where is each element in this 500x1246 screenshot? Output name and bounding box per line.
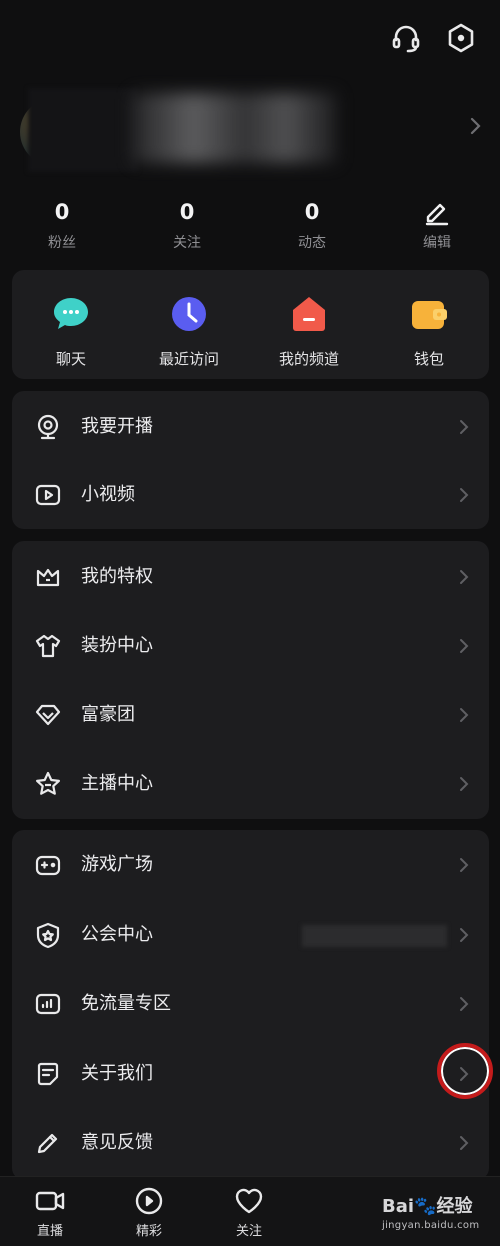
note-icon xyxy=(37,1062,59,1086)
quick-actions-card: 聊天 最近访问 我的频道 钱包 xyxy=(12,270,489,379)
edit-profile-button[interactable]: 编辑 xyxy=(387,196,487,252)
heart-icon xyxy=(235,1188,263,1214)
menu-item-rich-club[interactable]: 富豪团 xyxy=(12,687,489,743)
quick-recent-visits[interactable]: 最近访问 xyxy=(134,294,244,369)
menu-item-label: 我的特权 xyxy=(81,566,153,587)
clock-icon xyxy=(172,297,206,331)
watermark-logo: Bai🐾经验 xyxy=(382,1192,500,1218)
chevron-right-icon xyxy=(460,420,469,434)
menu-item-privileges[interactable]: 我的特权 xyxy=(12,549,489,605)
menu-item-short-video[interactable]: 小视频 xyxy=(12,467,489,523)
star-icon xyxy=(36,771,60,795)
stats-row: 0 粉丝 0 关注 0 动态 编辑 xyxy=(0,196,500,260)
stat-value: 0 xyxy=(54,200,70,224)
paw-icon: 🐾 xyxy=(414,1196,437,1217)
menu-item-free-data-zone[interactable]: 免流量专区 xyxy=(12,976,489,1032)
quick-chat[interactable]: 聊天 xyxy=(16,294,126,369)
edit-label: 编辑 xyxy=(423,235,451,251)
menu-item-host-center[interactable]: 主播中心 xyxy=(12,756,489,812)
quick-label: 我的频道 xyxy=(278,350,339,368)
menu-item-go-live[interactable]: 我要开播 xyxy=(12,399,489,455)
menu-item-label: 装扮中心 xyxy=(81,635,153,656)
chevron-right-icon xyxy=(460,777,469,791)
menu-item-label: 免流量专区 xyxy=(81,993,171,1014)
menu-item-label: 主播中心 xyxy=(81,773,153,794)
shield-star-icon xyxy=(36,922,60,949)
pencil-icon xyxy=(37,1133,58,1154)
menu-item-label: 关于我们 xyxy=(81,1063,153,1084)
tshirt-icon xyxy=(35,634,61,658)
avatar-mask xyxy=(28,88,138,172)
menu-item-guild-center[interactable]: 公会中心 xyxy=(12,907,489,963)
chat-bubble-icon xyxy=(54,298,88,329)
webcam-icon xyxy=(37,414,59,440)
menu-item-game-plaza[interactable]: 游戏广场 xyxy=(12,837,489,893)
headset-support-icon[interactable] xyxy=(390,22,422,54)
menu-item-feedback[interactable]: 意见反馈 xyxy=(12,1115,489,1171)
tab-follow[interactable]: 关注 xyxy=(219,1185,279,1239)
diamond-icon xyxy=(35,704,61,726)
menu-item-dress-up-center[interactable]: 装扮中心 xyxy=(12,618,489,674)
wallet-icon xyxy=(412,301,447,329)
stat-label: 关注 xyxy=(173,235,201,251)
stat-value: 0 xyxy=(179,200,195,224)
chevron-right-icon xyxy=(470,117,481,135)
annotation-circle xyxy=(437,1043,493,1099)
settings-hexagon-icon[interactable] xyxy=(445,22,477,54)
eye-play-icon xyxy=(135,1187,163,1215)
tab-label: 直播 xyxy=(36,1224,63,1239)
quick-label: 聊天 xyxy=(55,350,86,368)
top-bar xyxy=(0,0,500,80)
tab-live[interactable]: 直播 xyxy=(20,1185,80,1239)
stat-label: 粉丝 xyxy=(48,235,76,251)
stat-value: 0 xyxy=(304,200,320,224)
stat-label: 动态 xyxy=(298,235,326,251)
quick-label: 最近访问 xyxy=(158,350,219,368)
tab-label: 精彩 xyxy=(135,1224,162,1239)
menu-item-label: 意见反馈 xyxy=(81,1132,153,1153)
quick-wallet[interactable]: 钱包 xyxy=(374,294,484,369)
menu-item-about-us[interactable]: 关于我们 xyxy=(12,1046,489,1102)
menu-item-label: 我要开播 xyxy=(81,416,153,437)
gamepad-icon xyxy=(35,855,61,876)
tab-label: 关注 xyxy=(235,1224,262,1239)
edit-pencil-icon xyxy=(425,203,449,226)
chevron-right-icon xyxy=(460,1136,469,1150)
chevron-right-icon xyxy=(460,639,469,653)
menu-group-1: 我要开播 小视频 xyxy=(12,391,489,529)
quick-label: 钱包 xyxy=(413,350,444,368)
stat-fans[interactable]: 0 粉丝 xyxy=(12,196,112,252)
chevron-right-icon xyxy=(460,570,469,584)
chevron-right-icon xyxy=(460,488,469,502)
chevron-right-icon xyxy=(460,928,469,942)
baidu-jingyan-watermark: Bai🐾经验 jingyan.baidu.com xyxy=(382,1192,500,1246)
chevron-right-icon xyxy=(460,708,469,722)
stat-following[interactable]: 0 关注 xyxy=(137,196,237,252)
menu-group-3: 游戏广场 公会中心 免流量专区 关于我们 意见反馈 xyxy=(12,830,489,1180)
menu-item-label: 小视频 xyxy=(81,484,135,505)
menu-group-2: 我的特权 装扮中心 富豪团 主播中心 xyxy=(12,541,489,819)
watermark-url: jingyan.baidu.com xyxy=(382,1220,480,1231)
profile-header[interactable] xyxy=(0,88,500,178)
quick-my-channel[interactable]: 我的频道 xyxy=(254,294,364,369)
play-video-icon xyxy=(35,484,61,506)
watermark-logo-text: Bai xyxy=(382,1196,415,1217)
stat-posts[interactable]: 0 动态 xyxy=(262,196,362,252)
chevron-right-icon xyxy=(460,858,469,872)
menu-item-label: 游戏广场 xyxy=(81,854,153,875)
watermark-logo-suffix: 经验 xyxy=(436,1196,473,1217)
guild-info-blurred xyxy=(302,925,447,947)
username-blurred xyxy=(132,93,337,163)
home-icon xyxy=(293,297,325,331)
signal-chart-icon xyxy=(35,993,61,1015)
crown-icon xyxy=(36,568,60,587)
menu-item-label: 公会中心 xyxy=(81,924,153,945)
chevron-right-icon xyxy=(460,997,469,1011)
tab-featured[interactable]: 精彩 xyxy=(119,1185,179,1239)
menu-item-label: 富豪团 xyxy=(81,704,135,725)
video-camera-icon xyxy=(35,1191,65,1211)
